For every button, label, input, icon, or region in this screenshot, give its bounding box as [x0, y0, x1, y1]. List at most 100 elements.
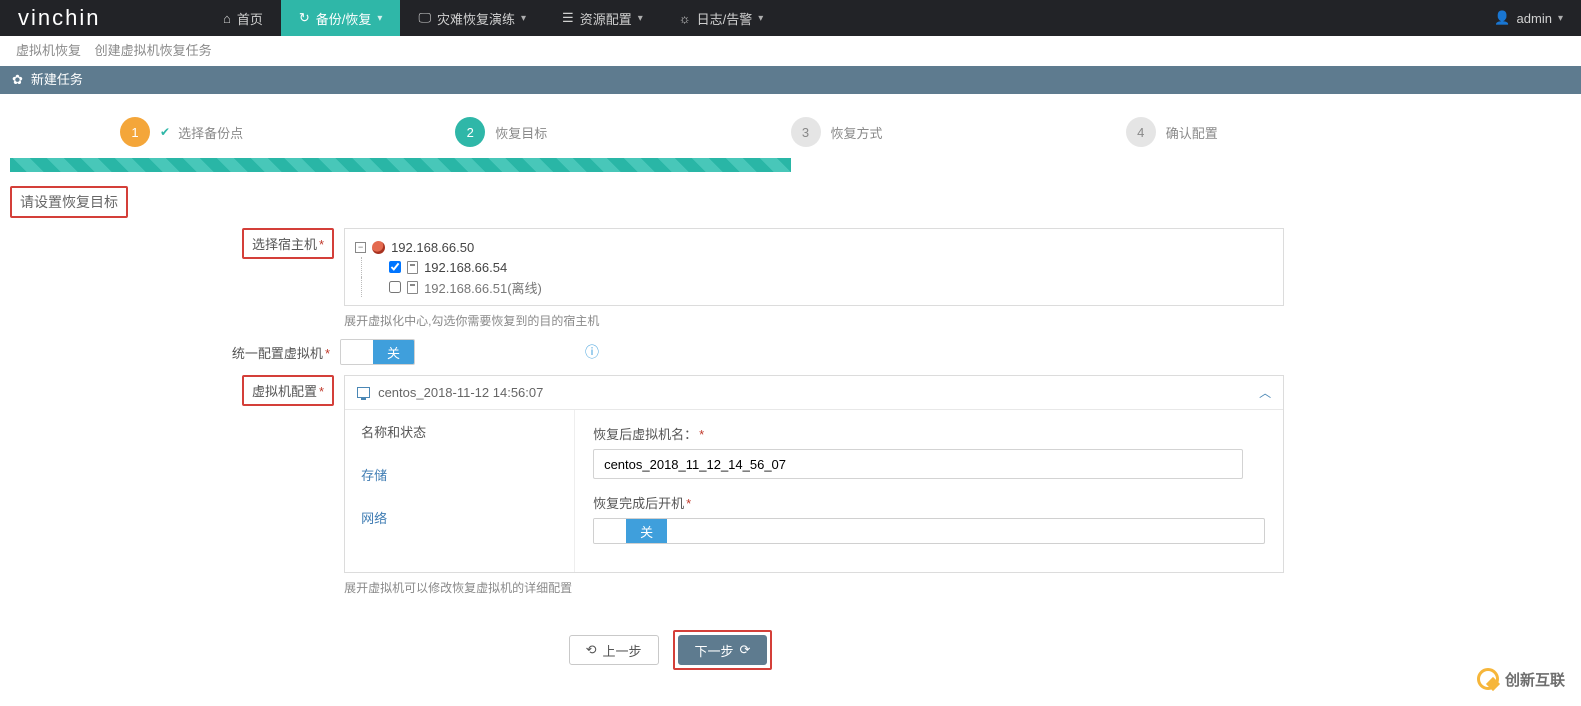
vm-config-content: 恢复后虚拟机名：* 恢复完成后开机* 关	[575, 410, 1283, 572]
tree-root-label: 192.168.66.50	[391, 240, 474, 255]
host-icon	[407, 281, 418, 294]
step-2[interactable]: 2 恢复目标	[455, 117, 790, 147]
field-power-on: 恢复完成后开机* 关	[593, 493, 1265, 544]
tree-host-1[interactable]: 192.168.66.54	[355, 257, 1273, 277]
step-3-number: 3	[791, 117, 821, 147]
tree-collapse-icon[interactable]: −	[355, 242, 366, 253]
chevron-down-icon: ▾	[521, 13, 526, 24]
chevron-down-icon: ▾	[377, 13, 382, 24]
monitor-icon: 🖵	[418, 10, 431, 26]
chevron-up-icon: ︿	[1259, 384, 1271, 401]
user-icon: 👤	[1494, 10, 1510, 26]
tree-host-2-label: 192.168.66.51(离线)	[424, 278, 542, 297]
vm-icon	[357, 387, 370, 398]
vm-config-hint: 展开虚拟机可以修改恢复虚拟机的详细配置	[344, 579, 1284, 596]
chevron-down-icon: ▾	[638, 13, 643, 24]
breadcrumb: 虚拟机恢复 创建虚拟机恢复任务	[0, 36, 1581, 66]
arrow-right-icon: ⟳	[740, 642, 751, 658]
nav-resource[interactable]: ☰ 资源配置 ▾	[544, 0, 661, 36]
step-1[interactable]: 1 ✔ 选择备份点	[120, 117, 455, 147]
vm-name-input[interactable]	[593, 449, 1243, 479]
watermark-text: 创新互联	[1505, 669, 1565, 690]
section-target-wrap: 请设置恢复目标	[10, 186, 1571, 218]
power-on-label: 恢复完成后开机*	[593, 493, 1265, 512]
row-vm-config: 虚拟机配置* centos_2018-11-12 14:56:07 ︿ 名称和状…	[10, 375, 1331, 596]
next-button[interactable]: 下一步 ⟳	[678, 635, 768, 665]
vm-config-nav: 名称和状态 存储 网络	[345, 410, 575, 572]
step-3[interactable]: 3 恢复方式	[791, 117, 1126, 147]
tree-host-2[interactable]: 192.168.66.51(离线)	[355, 277, 1273, 297]
step-2-number: 2	[455, 117, 485, 147]
check-icon: ✔	[160, 125, 170, 139]
label-vm-config: 虚拟机配置*	[242, 375, 334, 406]
nav-log-label: 日志/告警	[697, 9, 753, 28]
nav-resource-label: 资源配置	[580, 9, 632, 28]
next-button-label: 下一步	[695, 641, 734, 660]
home-icon: ⌂	[223, 11, 231, 26]
label-unified-config: 统一配置虚拟机*	[10, 339, 340, 362]
watermark-icon	[1477, 668, 1499, 690]
vm-config-accordion: centos_2018-11-12 14:56:07 ︿ 名称和状态 存储 网络	[344, 375, 1284, 573]
label-vm-config-text: 虚拟机配置	[252, 384, 317, 399]
power-on-label-text: 恢复完成后开机	[593, 496, 684, 511]
host-2-checkbox[interactable]	[389, 281, 401, 293]
vmnav-network[interactable]: 网络	[345, 496, 574, 539]
user-name: admin	[1517, 11, 1552, 26]
chevron-down-icon: ▾	[758, 13, 763, 24]
user-menu[interactable]: 👤 admin ▾	[1476, 10, 1581, 26]
chevron-down-icon: ▾	[1558, 13, 1563, 24]
wizard-actions: ⟲ 上一步 下一步 ⟳	[10, 630, 1331, 670]
vm-name-label-text: 恢复后虚拟机名：	[593, 427, 697, 442]
gear-icon: ✿	[12, 66, 23, 94]
vmnav-name-state[interactable]: 名称和状态	[345, 410, 574, 453]
host-1-checkbox[interactable]	[389, 261, 401, 273]
tree-host-1-label: 192.168.66.54	[424, 260, 507, 275]
panel-title: 新建任务	[31, 66, 83, 94]
step-1-number: 1	[120, 117, 150, 147]
unified-config-toggle[interactable]: 关	[340, 339, 415, 365]
nav-home[interactable]: ⌂ 首页	[205, 0, 281, 36]
label-select-host-text: 选择宿主机	[252, 237, 317, 252]
tree-root[interactable]: − 192.168.66.50	[355, 237, 1273, 257]
nav-backup-label: 备份/恢复	[316, 9, 372, 28]
step-4-number: 4	[1126, 117, 1156, 147]
resource-icon: ☰	[562, 10, 574, 26]
virtualization-center-icon	[372, 241, 385, 254]
host-hint: 展开虚拟化中心,勾选你需要恢复到的目的宿主机	[344, 312, 1284, 329]
power-on-toggle-off: 关	[626, 519, 667, 543]
info-icon[interactable]: ⓘ	[585, 342, 599, 362]
vm-config-title: centos_2018-11-12 14:56:07	[378, 385, 543, 400]
wizard-progress	[10, 158, 1571, 172]
brand-logo: vinchin	[0, 5, 205, 31]
section-set-target-label: 请设置恢复目标	[10, 186, 128, 218]
panel-heading: ✿ 新建任务	[0, 66, 1581, 94]
step-3-label: 恢复方式	[831, 123, 883, 142]
row-unified-vm-config: 统一配置虚拟机* 关 ⓘ	[10, 339, 1331, 365]
power-on-toggle[interactable]: 关	[593, 518, 1265, 544]
refresh-icon: ↻	[299, 10, 310, 26]
nav-log-alarm[interactable]: ☼ 日志/告警 ▾	[661, 0, 782, 36]
vm-config-header[interactable]: centos_2018-11-12 14:56:07 ︿	[345, 376, 1283, 409]
host-tree: − 192.168.66.50 192.168.66.54	[344, 228, 1284, 306]
nav-dr-label: 灾难恢复演练	[437, 9, 515, 28]
arrow-left-icon: ⟲	[586, 642, 597, 658]
host-icon	[407, 261, 418, 274]
step-4[interactable]: 4 确认配置	[1126, 117, 1461, 147]
nav-backup-restore[interactable]: ↻ 备份/恢复 ▾	[281, 0, 401, 36]
nav-home-label: 首页	[237, 9, 263, 28]
field-vm-name: 恢复后虚拟机名：*	[593, 424, 1265, 479]
row-select-host: 选择宿主机* − 192.168.66.50 192.168.66.54	[10, 228, 1331, 329]
prev-button-label: 上一步	[602, 641, 641, 660]
wizard-steps: 1 ✔ 选择备份点 2 恢复目标 3 恢复方式 4 确认配置	[0, 94, 1581, 154]
label-unified-config-text: 统一配置虚拟机	[232, 346, 323, 361]
prev-button[interactable]: ⟲ 上一步	[569, 635, 659, 665]
nav-dr-drill[interactable]: 🖵 灾难恢复演练 ▾	[400, 0, 544, 36]
step-2-label: 恢复目标	[495, 123, 547, 142]
vm-name-label: 恢复后虚拟机名：*	[593, 424, 1265, 443]
step-4-label: 确认配置	[1166, 123, 1218, 142]
vmnav-storage[interactable]: 存储	[345, 453, 574, 496]
top-navbar: vinchin ⌂ 首页 ↻ 备份/恢复 ▾ 🖵 灾难恢复演练 ▾ ☰ 资源配置…	[0, 0, 1581, 36]
main-nav: ⌂ 首页 ↻ 备份/恢复 ▾ 🖵 灾难恢复演练 ▾ ☰ 资源配置 ▾ ☼ 日志/…	[205, 0, 781, 36]
log-icon: ☼	[679, 11, 691, 26]
label-select-host: 选择宿主机*	[242, 228, 334, 259]
